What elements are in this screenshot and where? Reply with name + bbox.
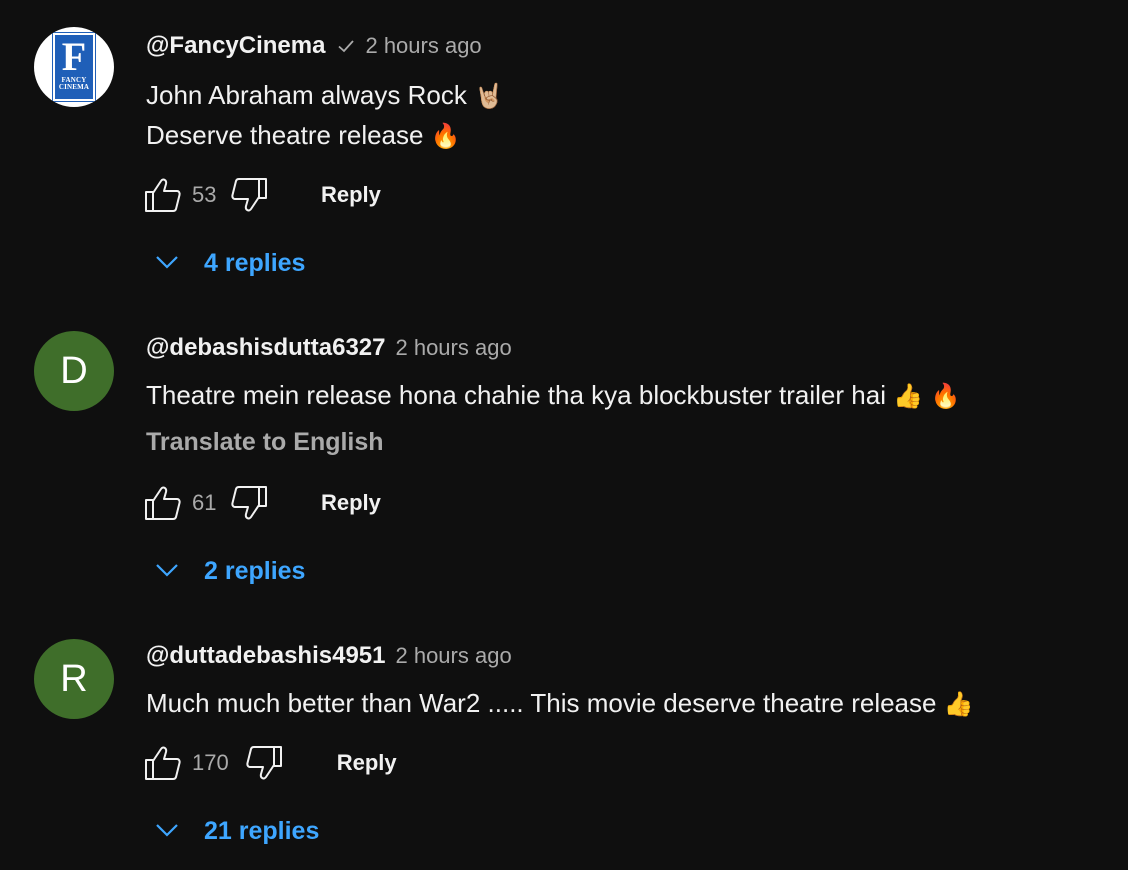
logo-text: FANCY CINEMA xyxy=(58,76,90,91)
like-count: 61 xyxy=(192,490,217,515)
replies-count-label: 21 replies xyxy=(204,816,320,845)
translate-button[interactable]: Translate to English xyxy=(146,428,384,457)
thumbs-up-fire-emoji: 👍 🔥 xyxy=(893,382,961,410)
comment-text: John Abraham always Rock xyxy=(146,80,467,110)
comment-actions: 53 Reply xyxy=(142,173,381,217)
thumbs-up-icon xyxy=(145,486,181,520)
fancy-cinema-logo: F FANCY CINEMA xyxy=(52,32,96,102)
comment-timestamp[interactable]: 2 hours ago xyxy=(395,335,511,361)
chevron-down-icon xyxy=(156,256,178,269)
author-name[interactable]: @duttadebashis4951 xyxy=(146,642,385,670)
avatar[interactable]: R xyxy=(34,639,114,719)
rock-hand-emoji: 🤘🏼 xyxy=(474,82,504,110)
thumbs-down-icon xyxy=(246,746,282,780)
dislike-button[interactable] xyxy=(230,483,270,523)
comment-header: @duttadebashis4951 2 hours ago xyxy=(146,642,512,670)
avatar[interactable]: F FANCY CINEMA xyxy=(34,27,114,107)
chevron-down-icon xyxy=(156,824,178,837)
comment-text: Deserve theatre release xyxy=(146,120,424,150)
comment-actions: 170 Reply xyxy=(142,741,397,785)
comment-text-line: Theatre mein release hona chahie tha kya… xyxy=(146,380,961,411)
thumbs-up-emoji: 👍 xyxy=(943,690,974,718)
thumbs-down-icon xyxy=(231,178,267,212)
logo-letter: F xyxy=(61,34,87,79)
like-button[interactable] xyxy=(142,483,182,523)
dislike-button[interactable] xyxy=(230,175,270,215)
thumbs-up-icon xyxy=(145,178,181,212)
avatar-letter: D xyxy=(60,349,88,392)
view-replies-button[interactable]: 4 replies xyxy=(152,246,305,280)
comment-timestamp[interactable]: 2 hours ago xyxy=(395,643,511,669)
reply-button[interactable]: Reply xyxy=(321,182,381,208)
author-name[interactable]: @FancyCinema xyxy=(146,32,325,60)
comment-text-line: Deserve theatre release 🔥 xyxy=(146,120,461,151)
avatar-letter: R xyxy=(60,657,88,700)
chevron-down-icon xyxy=(156,564,178,577)
comment-actions: 61 Reply xyxy=(142,481,381,525)
avatar[interactable]: D xyxy=(34,331,114,411)
author-name[interactable]: @debashisdutta6327 xyxy=(146,334,385,362)
view-replies-button[interactable]: 2 replies xyxy=(152,554,305,588)
comments-section: F FANCY CINEMA @FancyCinema 2 hours ago … xyxy=(0,0,1128,870)
comment-header: @debashisdutta6327 2 hours ago xyxy=(146,334,512,362)
view-replies-button[interactable]: 21 replies xyxy=(152,814,319,848)
like-count: 53 xyxy=(192,182,217,207)
like-count: 170 xyxy=(192,750,229,775)
comment-text-line: Much much better than War2 ..... This mo… xyxy=(146,688,974,719)
comment-text: Much much better than War2 ..... This mo… xyxy=(146,688,937,718)
dislike-button[interactable] xyxy=(245,743,285,783)
reply-button[interactable]: Reply xyxy=(337,750,397,776)
thumbs-up-icon xyxy=(145,746,181,780)
comment-text-line: John Abraham always Rock 🤘🏼 xyxy=(146,80,504,111)
comment-text: Theatre mein release hona chahie tha kya… xyxy=(146,380,886,410)
thumbs-down-icon xyxy=(231,486,267,520)
replies-count-label: 4 replies xyxy=(204,248,306,277)
replies-count-label: 2 replies xyxy=(204,556,306,585)
like-button[interactable] xyxy=(142,743,182,783)
comment-timestamp[interactable]: 2 hours ago xyxy=(365,33,481,59)
like-button[interactable] xyxy=(142,175,182,215)
reply-button[interactable]: Reply xyxy=(321,490,381,516)
checkmark-icon xyxy=(337,37,355,55)
comment-header: @FancyCinema 2 hours ago xyxy=(146,32,482,60)
fire-emoji: 🔥 xyxy=(430,122,461,150)
